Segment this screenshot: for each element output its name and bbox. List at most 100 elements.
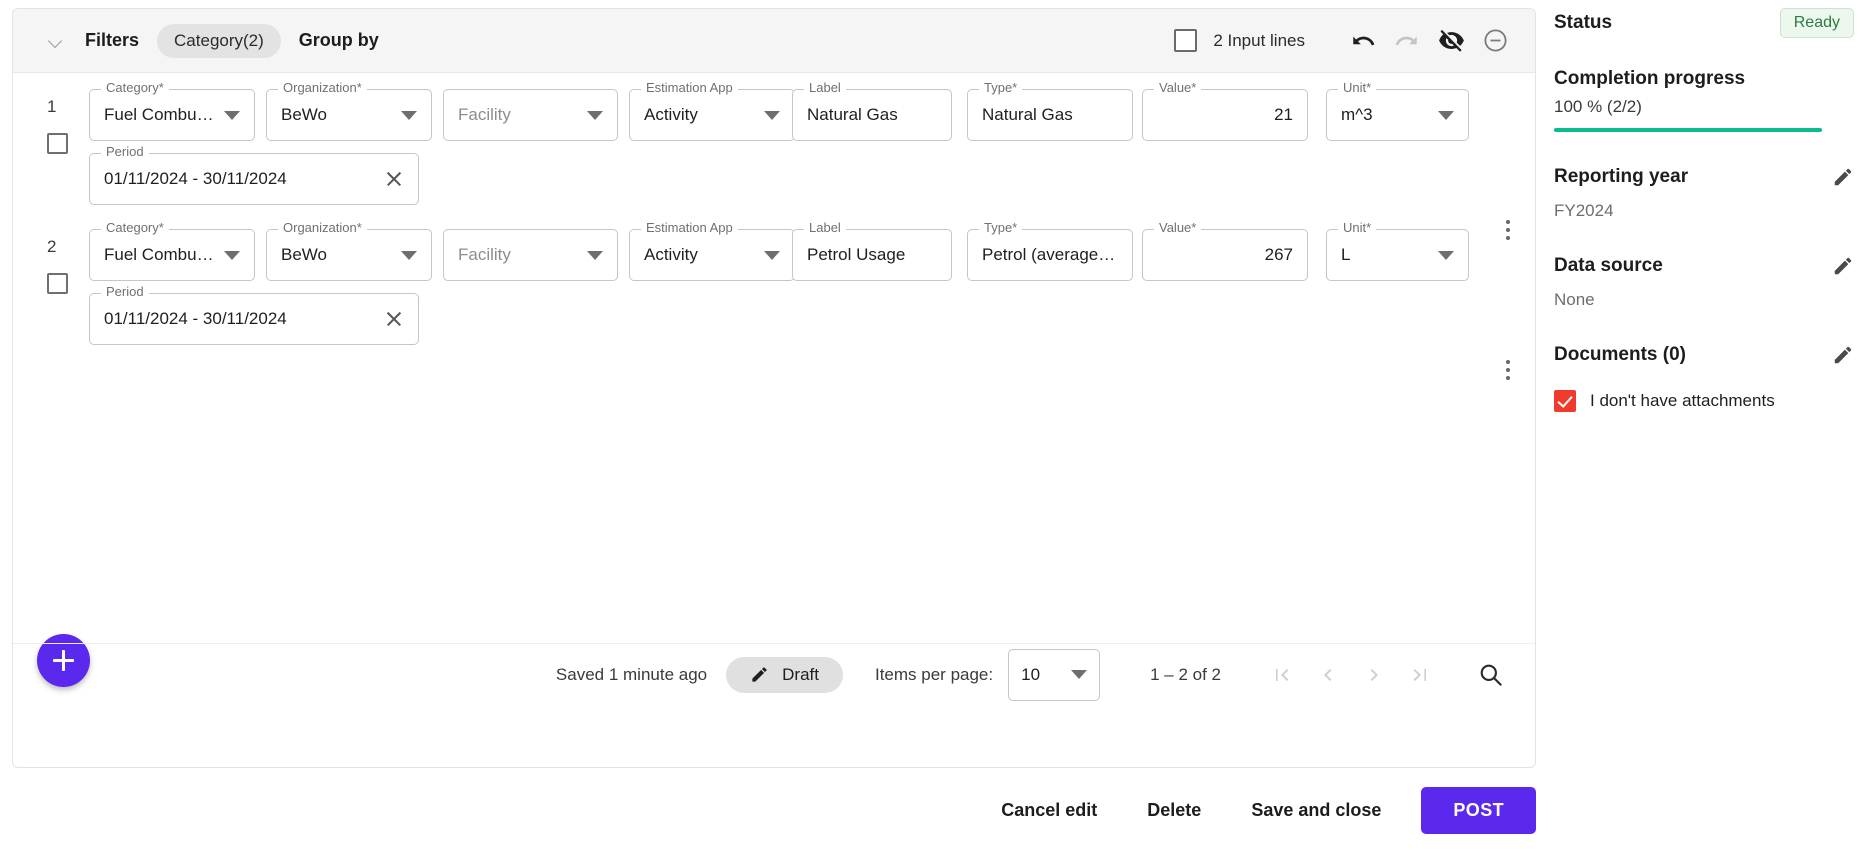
- edit-pencil-icon[interactable]: [1832, 166, 1854, 188]
- label-value: Petrol Usage: [807, 245, 906, 264]
- type-field-label: Type*: [979, 221, 1023, 234]
- facility-placeholder: Facility: [458, 105, 511, 124]
- period-value: 01/11/2024 - 30/11/2024: [104, 169, 287, 188]
- eye-off-icon[interactable]: [1429, 19, 1473, 63]
- first-page-button[interactable]: [1259, 652, 1305, 698]
- draft-label: Draft: [782, 664, 819, 684]
- row-number: 1: [47, 97, 57, 116]
- input-lines-rows: 1 Category* Fuel Combusti… Organization*…: [13, 73, 1535, 705]
- estimation-app-value: Activity: [644, 105, 698, 124]
- clear-icon[interactable]: [384, 169, 404, 189]
- completion-progress-section: Completion progress 100 % (2/2): [1554, 68, 1854, 132]
- estimation-app-select[interactable]: Estimation App Activity: [629, 81, 795, 141]
- period-input[interactable]: Period 01/11/2024 - 30/11/2024: [89, 285, 419, 345]
- category-select[interactable]: Category* Fuel Combusti…: [89, 221, 255, 281]
- organization-value: BeWo: [281, 105, 327, 124]
- value-field-label: Value*: [1154, 221, 1202, 234]
- pencil-icon: [752, 667, 767, 682]
- documents-title: Documents (0): [1554, 344, 1686, 365]
- estimation-app-field-label: Estimation App: [641, 81, 738, 94]
- row-select-checkbox[interactable]: [47, 133, 68, 154]
- status-title: Status: [1554, 12, 1613, 33]
- label-input[interactable]: Label Natural Gas: [792, 81, 952, 141]
- chevron-down-icon: [587, 110, 603, 120]
- category-select[interactable]: Category* Fuel Combusti…: [89, 81, 255, 141]
- chevron-down-icon: [764, 110, 780, 120]
- period-field-label: Period: [101, 145, 149, 158]
- chevron-down-icon: [764, 250, 780, 260]
- table-footer: Saved 1 minute ago Draft Items per page:…: [13, 643, 1535, 705]
- last-page-button[interactable]: [1397, 652, 1443, 698]
- draft-status-chip[interactable]: Draft: [726, 656, 843, 693]
- input-lines-count: 2 Input lines: [1213, 30, 1305, 50]
- delete-button[interactable]: Delete: [1129, 788, 1219, 833]
- chevron-down-icon: [1438, 250, 1454, 260]
- unit-field-label: Unit*: [1338, 221, 1377, 234]
- filters-label[interactable]: Filters: [85, 30, 139, 51]
- estimation-app-value: Activity: [644, 245, 698, 264]
- facility-select[interactable]: Facility: [443, 89, 618, 141]
- completion-progress-fill: [1554, 128, 1822, 132]
- type-select[interactable]: Type* Petrol (average bi…: [967, 221, 1133, 281]
- cancel-edit-button[interactable]: Cancel edit: [983, 788, 1115, 833]
- items-per-page-label: Items per page:: [874, 664, 994, 684]
- status-badge: Ready: [1779, 8, 1854, 38]
- row-select-checkbox[interactable]: [47, 273, 68, 294]
- input-lines-card: Filters Category(2) Group by 2 Input lin…: [12, 8, 1536, 768]
- group-by-label[interactable]: Group by: [299, 30, 379, 51]
- organization-field-label: Organization*: [278, 221, 367, 234]
- previous-page-button[interactable]: [1305, 652, 1351, 698]
- organization-field-label: Organization*: [278, 81, 367, 94]
- chevron-down-icon: [224, 250, 240, 260]
- clear-icon[interactable]: [384, 309, 404, 329]
- search-icon[interactable]: [1467, 652, 1513, 698]
- next-page-button[interactable]: [1351, 652, 1397, 698]
- row-menu-button[interactable]: [1495, 353, 1521, 387]
- post-button[interactable]: POST: [1421, 786, 1536, 834]
- unit-field-label: Unit*: [1338, 81, 1377, 94]
- reporting-year-section: Reporting year FY2024: [1554, 166, 1854, 221]
- redo-icon[interactable]: [1385, 19, 1429, 63]
- type-value: Petrol (average bi…: [982, 245, 1118, 264]
- minus-circle-icon[interactable]: [1473, 19, 1517, 63]
- period-input[interactable]: Period 01/11/2024 - 30/11/2024: [89, 145, 419, 205]
- row-number: 2: [47, 237, 57, 256]
- value-input[interactable]: Value* 21: [1142, 81, 1308, 141]
- value-number: 267: [1264, 245, 1293, 264]
- category-filter-chip[interactable]: Category(2): [157, 23, 281, 58]
- items-per-page-value: 10: [1021, 664, 1041, 684]
- chevron-down-icon: [224, 110, 240, 120]
- save-and-close-button[interactable]: Save and close: [1233, 788, 1399, 833]
- saved-status-text: Saved 1 minute ago: [555, 664, 708, 684]
- table-row: 2 Category* Fuel Combusti… Organization*…: [13, 213, 1535, 380]
- reporting-year-value: FY2024: [1554, 201, 1614, 220]
- unit-select[interactable]: Unit* m^3: [1326, 81, 1469, 141]
- undo-icon[interactable]: [1341, 19, 1385, 63]
- type-select[interactable]: Type* Natural Gas: [967, 81, 1133, 141]
- no-attachments-checkbox[interactable]: [1554, 390, 1576, 412]
- organization-select[interactable]: Organization* BeWo: [266, 221, 432, 281]
- edit-pencil-icon[interactable]: [1832, 344, 1854, 366]
- unit-value: m^3: [1341, 105, 1373, 124]
- table-toolbar: Filters Category(2) Group by 2 Input lin…: [13, 9, 1535, 73]
- select-all-checkbox[interactable]: [1174, 29, 1198, 52]
- estimation-app-select[interactable]: Estimation App Activity: [629, 221, 795, 281]
- type-value: Natural Gas: [982, 105, 1073, 124]
- toolbar-actions: 2 Input lines: [1174, 19, 1517, 63]
- type-field-label: Type*: [979, 81, 1023, 94]
- facility-select[interactable]: Facility: [443, 229, 618, 281]
- documents-section: Documents (0) I don't have attachments: [1554, 344, 1854, 412]
- items-per-page-select[interactable]: 10: [1008, 648, 1101, 701]
- chevron-down-icon: [587, 250, 603, 260]
- organization-select[interactable]: Organization* BeWo: [266, 81, 432, 141]
- category-field-label: Category*: [101, 221, 169, 234]
- value-input[interactable]: Value* 267: [1142, 221, 1308, 281]
- edit-pencil-icon[interactable]: [1832, 255, 1854, 277]
- chevron-down-icon[interactable]: [47, 32, 65, 50]
- chevron-down-icon: [401, 110, 417, 120]
- organization-value: BeWo: [281, 245, 327, 264]
- label-input[interactable]: Label Petrol Usage: [792, 221, 952, 281]
- period-field-label: Period: [101, 285, 149, 298]
- completion-progress-title: Completion progress: [1554, 68, 1746, 89]
- unit-select[interactable]: Unit* L: [1326, 221, 1469, 281]
